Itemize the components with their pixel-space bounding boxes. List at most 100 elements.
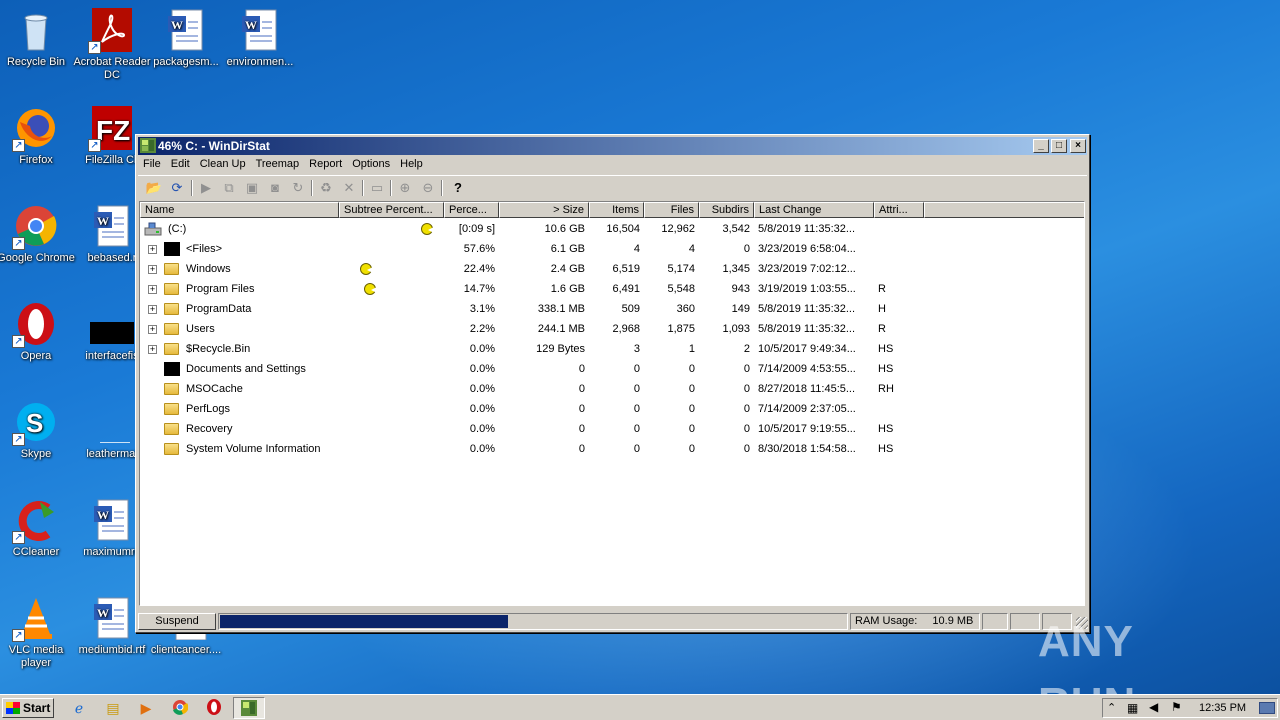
- close-button[interactable]: ×: [1070, 139, 1086, 153]
- desktop-icon-recycle-bin[interactable]: Recycle Bin: [0, 8, 75, 69]
- row-name: MSOCache: [186, 383, 243, 395]
- window-titlebar[interactable]: 46% C: - WinDirStat _ □ ×: [138, 137, 1087, 155]
- row-files: 0: [688, 363, 695, 375]
- start-button[interactable]: Start: [2, 698, 54, 718]
- play-icon[interactable]: ▶: [196, 179, 216, 197]
- explorer-icon[interactable]: ▣: [242, 179, 262, 197]
- row-percent: 0.0%: [469, 343, 495, 355]
- tray-expand-icon[interactable]: ⌃: [1107, 701, 1116, 714]
- table-row[interactable]: + $Recycle.Bin 0.0% 129 Bytes 3 1 2 10/5/2017 9…: [140, 339, 1084, 359]
- column-size[interactable]: > Size: [499, 202, 589, 218]
- windows-logo-icon: [6, 702, 20, 714]
- row-items: 0: [633, 443, 640, 455]
- table-row[interactable]: + Users 2.2% 244.1 MB 2,968 1,875 1,093 5/8/201…: [140, 319, 1084, 339]
- row-subdirs: 0: [743, 363, 750, 375]
- column-percent[interactable]: Perce...: [444, 202, 499, 218]
- folder-icon: [164, 383, 179, 395]
- taskbar-windirstat-button[interactable]: [233, 697, 265, 719]
- table-row[interactable]: System Volume Information 0.0% 0 0 0 0 8/30/20…: [140, 439, 1084, 459]
- menu-treemap[interactable]: Treemap: [251, 156, 305, 172]
- refresh-selected-icon[interactable]: ↻: [288, 179, 308, 197]
- windirstat-taskbar-icon: [241, 700, 257, 716]
- show-desktop-icon[interactable]: [1259, 702, 1275, 714]
- windirstat-app-icon: [140, 138, 156, 153]
- menu-help[interactable]: Help: [395, 156, 428, 172]
- table-row[interactable]: + Windows 22.4% 2.4 GB 6,519 5,174 1,345 3/23/2…: [140, 259, 1084, 279]
- media-player-icon[interactable]: ▶: [137, 699, 155, 717]
- anyrun-watermark: ANY RUN: [1038, 610, 1238, 720]
- opera-taskbar-icon[interactable]: [205, 699, 223, 717]
- folder-icon: [164, 443, 179, 455]
- table-row[interactable]: + ProgramData 3.1% 338.1 MB 509 360 149 5/8/201…: [140, 299, 1084, 319]
- desktop-icon-acrobat[interactable]: ↗ Acrobat Reader DC: [73, 8, 151, 82]
- windirstat-window: 46% C: - WinDirStat _ □ × File Edit Clean …: [135, 134, 1090, 633]
- row-attributes: HS: [878, 443, 894, 455]
- action-center-flag-icon[interactable]: ⚑: [1171, 700, 1182, 714]
- suspend-button[interactable]: Suspend: [138, 613, 216, 630]
- column-items[interactable]: Items: [589, 202, 644, 218]
- expand-toggle-icon[interactable]: +: [148, 265, 157, 274]
- document-icon: [90, 400, 134, 444]
- row-files: 12,962: [661, 223, 695, 235]
- menu-options[interactable]: Options: [347, 156, 395, 172]
- column-attributes[interactable]: Attri...: [874, 202, 924, 218]
- row-files: 5,174: [667, 263, 695, 275]
- desktop-icon-environmen[interactable]: W environmen...: [221, 8, 299, 69]
- table-row[interactable]: Documents and Settings 0.0% 0 0 0 0 7/14/2009 …: [140, 359, 1084, 379]
- desktop-icon-chrome[interactable]: ↗ Google Chrome: [0, 204, 75, 265]
- desktop-icon-packagesm[interactable]: W packagesm...: [147, 8, 225, 69]
- table-row[interactable]: + Program Files 14.7% 1.6 GB 6,491 5,548 943 3/…: [140, 279, 1084, 299]
- word-document-icon: W: [238, 8, 282, 52]
- junction-icon: [164, 362, 180, 376]
- expand-toggle-icon[interactable]: +: [148, 245, 157, 254]
- expand-toggle-icon[interactable]: +: [148, 325, 157, 334]
- acrobat-icon: ↗: [88, 8, 134, 54]
- desktop-icon-skype[interactable]: S ↗ Skype: [0, 400, 75, 461]
- refresh-all-icon[interactable]: ⟳: [167, 179, 187, 197]
- minimize-button[interactable]: _: [1033, 139, 1049, 153]
- help-icon[interactable]: ?: [448, 179, 468, 197]
- expand-toggle-icon[interactable]: +: [148, 285, 157, 294]
- ram-usage-panel: RAM Usage: 10.9 MB: [850, 613, 980, 630]
- system-tray: ⌃ ▦ ◀ ⚑ 12:35 PM: [1102, 698, 1278, 718]
- ie-icon[interactable]: ℯ: [70, 699, 88, 717]
- desktop-icon-ccleaner[interactable]: ↗ CCleaner: [0, 498, 75, 559]
- menu-file[interactable]: File: [138, 156, 166, 172]
- table-row[interactable]: + <Files> 57.6% 6.1 GB 4 4 0 3/23/2019 6:58:04.…: [140, 239, 1084, 259]
- table-row-root[interactable]: (C:) [0:09 s] 10.6 GB 16,504 12,962 3,54…: [140, 219, 1084, 239]
- column-files[interactable]: Files: [644, 202, 699, 218]
- properties-icon[interactable]: ▭: [367, 179, 387, 197]
- command-prompt-icon[interactable]: ◙: [265, 179, 285, 197]
- clock[interactable]: 12:35 PM: [1199, 702, 1246, 714]
- expand-toggle-icon[interactable]: +: [148, 345, 157, 354]
- volume-icon[interactable]: ◀: [1149, 700, 1158, 714]
- copy-path-icon[interactable]: ⧉: [219, 179, 239, 197]
- desktop-icon-vlc[interactable]: ↗ VLC media player: [0, 596, 75, 670]
- row-files: 0: [688, 403, 695, 415]
- menu-clean-up[interactable]: Clean Up: [195, 156, 251, 172]
- delete-icon[interactable]: ✕: [339, 179, 359, 197]
- maximize-button[interactable]: □: [1051, 139, 1067, 153]
- column-last-change[interactable]: Last Change: [754, 202, 874, 218]
- column-subtree-percent[interactable]: Subtree Percent...: [339, 202, 444, 218]
- table-row[interactable]: MSOCache 0.0% 0 0 0 0 8/27/2018 11:45:5... RH: [140, 379, 1084, 399]
- menu-edit[interactable]: Edit: [166, 156, 195, 172]
- row-size: 0: [578, 443, 585, 455]
- column-subdirs[interactable]: Subdirs: [699, 202, 754, 218]
- recycle-icon[interactable]: ♻: [316, 179, 336, 197]
- table-row[interactable]: Recovery 0.0% 0 0 0 0 10/5/2017 9:19:55... HS: [140, 419, 1084, 439]
- zoom-out-icon[interactable]: ⊖: [418, 179, 438, 197]
- column-name[interactable]: Name: [140, 202, 339, 218]
- row-files: 0: [688, 423, 695, 435]
- desktop-icon-firefox[interactable]: ↗ Firefox: [0, 106, 75, 167]
- table-row[interactable]: PerfLogs 0.0% 0 0 0 0 7/14/2009 2:37:05...: [140, 399, 1084, 419]
- desktop-icon-opera[interactable]: ↗ Opera: [0, 302, 75, 363]
- menu-report[interactable]: Report: [304, 156, 347, 172]
- open-folder-icon[interactable]: 📂: [144, 179, 164, 197]
- network-icon[interactable]: ▦: [1127, 701, 1138, 715]
- zoom-in-icon[interactable]: ⊕: [395, 179, 415, 197]
- chrome-taskbar-icon[interactable]: [171, 699, 189, 717]
- toolbar-separator: [441, 180, 443, 196]
- explorer-icon[interactable]: ▤: [104, 699, 122, 717]
- expand-toggle-icon[interactable]: +: [148, 305, 157, 314]
